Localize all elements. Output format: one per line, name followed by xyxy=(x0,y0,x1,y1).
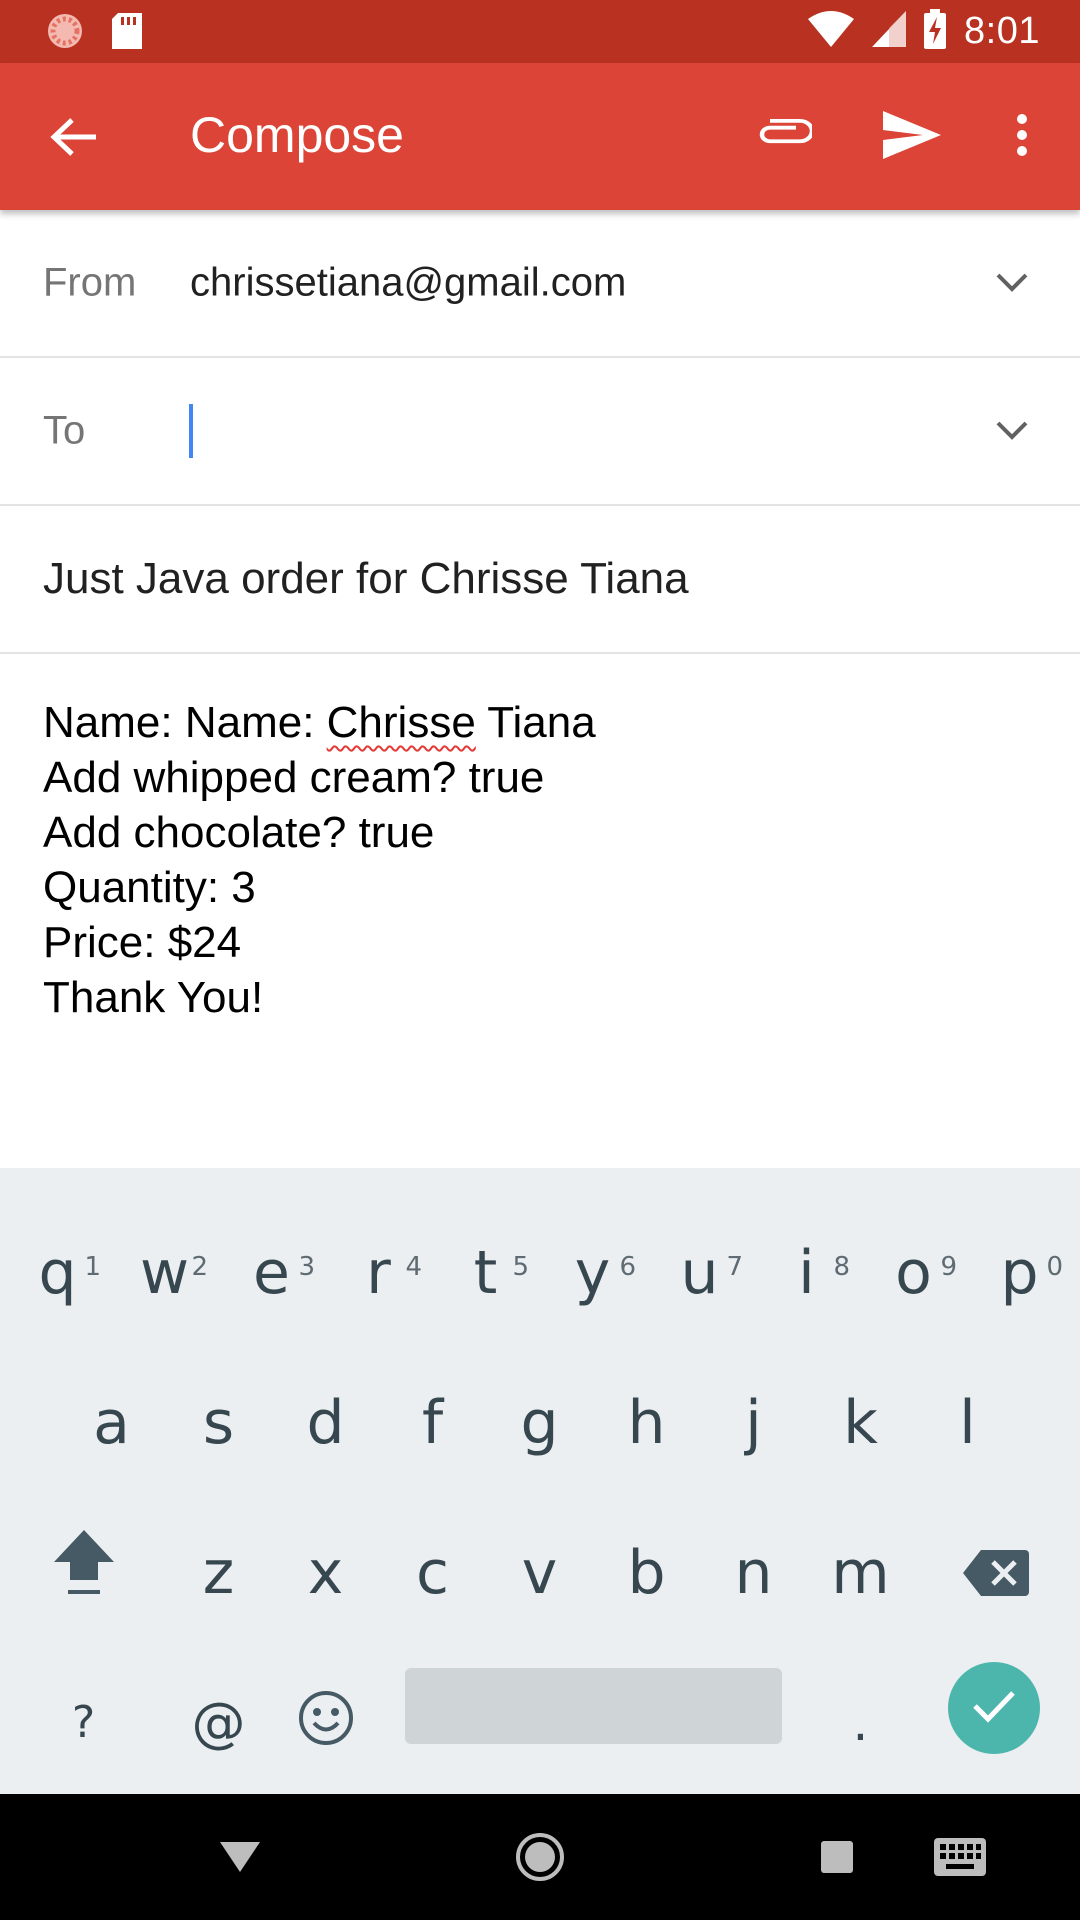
key-c[interactable]: c xyxy=(379,1518,486,1628)
key-y[interactable]: y6 xyxy=(539,1218,646,1328)
backspace-icon xyxy=(962,1521,1029,1631)
key-u[interactable]: u7 xyxy=(646,1218,753,1328)
emoji-smiley-icon xyxy=(298,1681,354,1771)
backspace-key[interactable] xyxy=(942,1518,1049,1628)
key-m[interactable]: m xyxy=(807,1518,914,1628)
from-field[interactable]: chrissetiana@gmail.com xyxy=(190,261,626,306)
home-nav-icon[interactable] xyxy=(510,1822,570,1892)
emoji-key[interactable] xyxy=(272,1678,379,1768)
shift-key[interactable] xyxy=(30,1518,137,1628)
key-d[interactable]: d xyxy=(272,1368,379,1478)
body-line: Quantity: 3 xyxy=(43,863,256,912)
done-button[interactable] xyxy=(948,1662,1040,1754)
from-label: From xyxy=(43,260,137,305)
key-j[interactable]: j xyxy=(700,1368,807,1478)
loading-spinner-icon xyxy=(46,12,84,55)
sd-card-icon xyxy=(112,13,142,54)
key-s[interactable]: s xyxy=(165,1368,272,1478)
message-body[interactable]: Name: Name: Chrisse Tiana Add whipped cr… xyxy=(43,695,1043,1025)
keyboard-switch-icon[interactable] xyxy=(930,1822,990,1892)
body-line: Price: $24 xyxy=(43,918,242,967)
key-k[interactable]: k xyxy=(807,1368,914,1478)
cell-signal-icon xyxy=(872,11,907,52)
body-line: Thank You! xyxy=(43,973,264,1022)
key-w[interactable]: w2 xyxy=(111,1218,218,1328)
text-cursor xyxy=(189,404,193,458)
back-arrow-icon[interactable] xyxy=(40,103,108,171)
shift-arrow-icon xyxy=(52,1521,116,1631)
chevron-down-icon[interactable] xyxy=(992,411,1032,451)
space-bar[interactable] xyxy=(405,1668,782,1744)
more-vert-icon[interactable] xyxy=(1000,101,1044,169)
period-key[interactable]: . xyxy=(807,1678,914,1768)
subject-row: Just Java order for Chrisse Tiana xyxy=(0,506,1080,654)
key-a[interactable]: a xyxy=(58,1368,165,1478)
key-x[interactable]: x xyxy=(272,1518,379,1628)
chevron-down-icon[interactable] xyxy=(992,263,1032,303)
clock: 8:01 xyxy=(964,10,1040,52)
app-bar: Compose xyxy=(0,63,1080,210)
to-label: To xyxy=(43,408,86,453)
battery-charging-icon xyxy=(924,9,947,54)
from-row: From chrissetiana@gmail.com xyxy=(0,210,1080,358)
to-row: To xyxy=(0,358,1080,506)
key-i[interactable]: i8 xyxy=(753,1218,860,1328)
key-f[interactable]: f xyxy=(379,1368,486,1478)
navigation-bar xyxy=(0,1794,1080,1920)
key-z[interactable]: z xyxy=(165,1518,272,1628)
subject-field[interactable]: Just Java order for Chrisse Tiana xyxy=(43,554,689,604)
key-h[interactable]: h xyxy=(593,1368,700,1478)
key-e[interactable]: e3 xyxy=(218,1218,325,1328)
at-key[interactable]: @ xyxy=(165,1678,272,1768)
key-p[interactable]: p0 xyxy=(966,1218,1073,1328)
wifi-icon xyxy=(808,11,855,52)
key-l[interactable]: l xyxy=(914,1368,1021,1478)
key-o[interactable]: o9 xyxy=(860,1218,967,1328)
key-n[interactable]: n xyxy=(700,1518,807,1628)
page-title: Compose xyxy=(190,107,404,163)
key-v[interactable]: v xyxy=(486,1518,593,1628)
key-q[interactable]: q1 xyxy=(4,1218,111,1328)
checkmark-icon xyxy=(972,1689,1016,1728)
body-line: Add whipped cream? true xyxy=(43,753,545,802)
key-b[interactable]: b xyxy=(593,1518,700,1628)
soft-keyboard: q1 w2 e3 r4 t5 y6 u7 i8 o9 p0 a s d f g … xyxy=(0,1168,1080,1838)
body-line: Add chocolate? true xyxy=(43,808,435,857)
key-t[interactable]: t5 xyxy=(432,1218,539,1328)
key-g[interactable]: g xyxy=(486,1368,593,1478)
status-bar: 8:01 xyxy=(0,0,1080,63)
recents-nav-icon[interactable] xyxy=(815,1822,859,1892)
send-icon[interactable] xyxy=(878,101,946,169)
attachment-icon[interactable] xyxy=(752,101,816,165)
back-nav-icon[interactable] xyxy=(215,1822,265,1892)
body-line: Name: Name: Chrisse Tiana xyxy=(43,698,596,747)
symbols-key[interactable]: ?123 xyxy=(30,1678,137,1838)
key-r[interactable]: r4 xyxy=(325,1218,432,1328)
misspelled-word: Chrisse xyxy=(326,698,476,747)
